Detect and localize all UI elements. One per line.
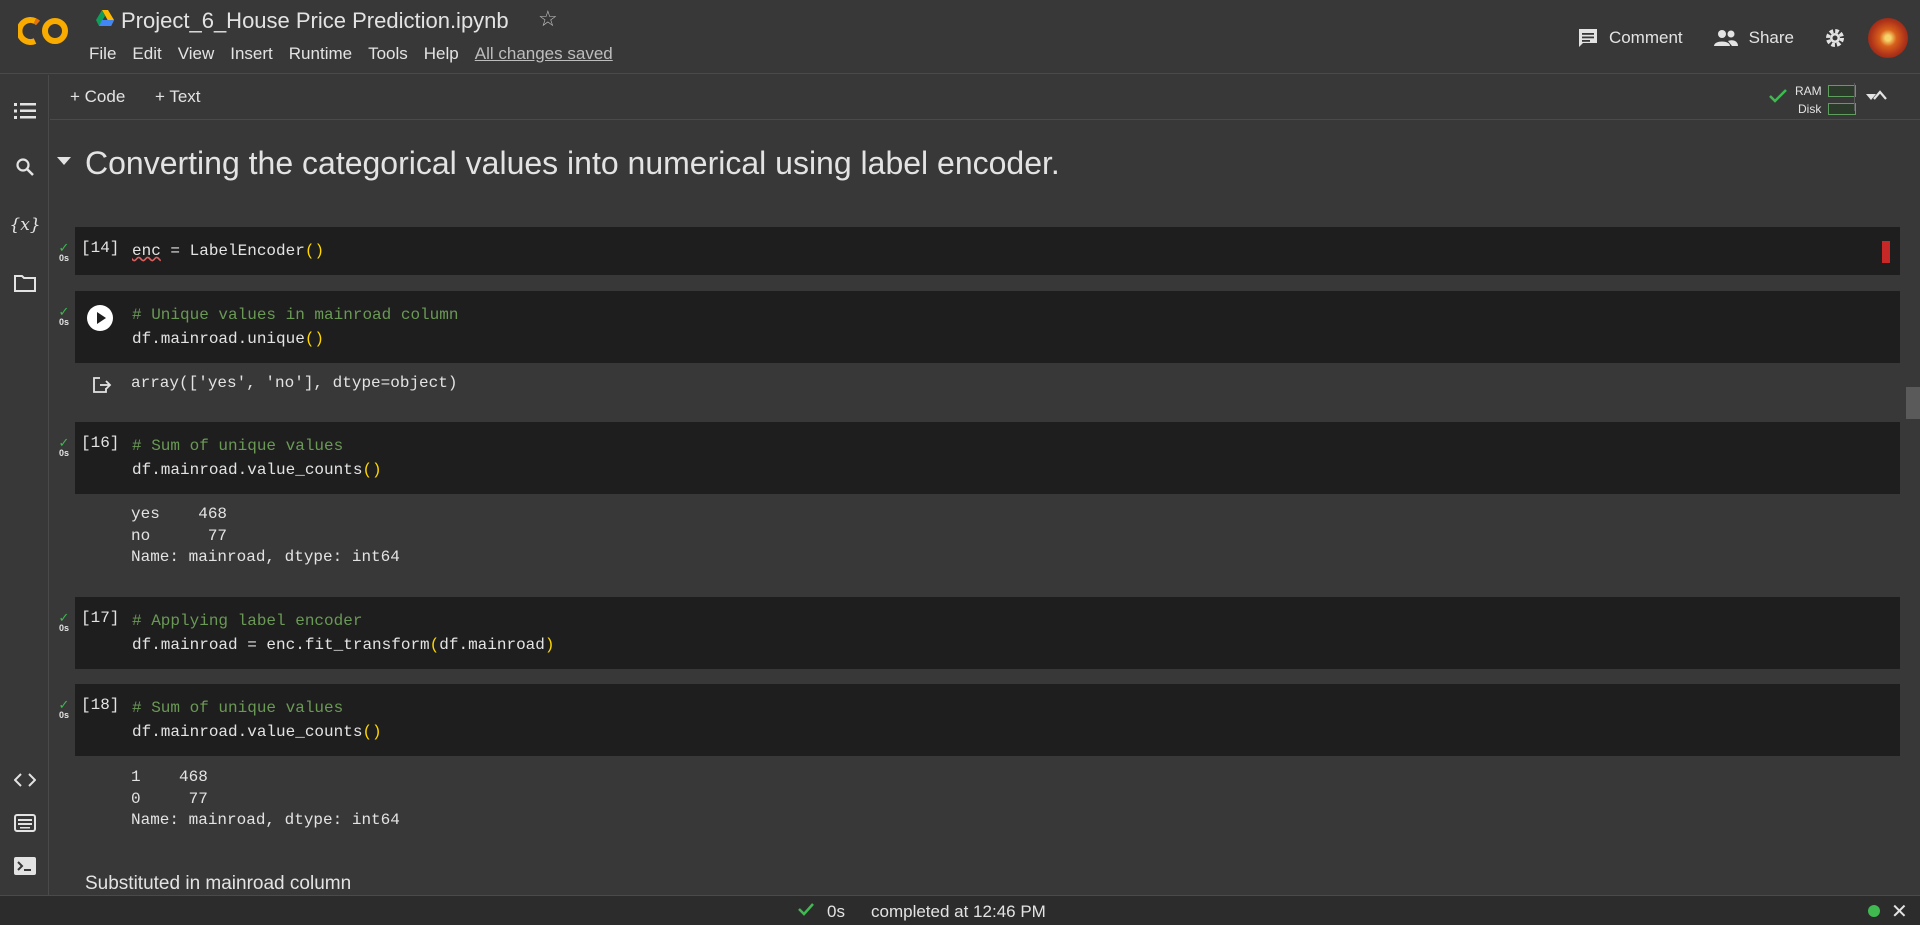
comment-button[interactable]: Comment	[1577, 27, 1683, 49]
disk-bar	[1828, 103, 1856, 115]
status-time: 0s	[827, 902, 845, 921]
share-button[interactable]: Share	[1713, 28, 1794, 48]
cell-status: ✓ 0s	[53, 435, 75, 458]
share-label: Share	[1748, 28, 1794, 47]
settings-gear-icon[interactable]	[1824, 27, 1846, 49]
save-status[interactable]: All changes saved	[475, 44, 613, 64]
code-cell[interactable]: [14] enc = LabelEncoder()	[75, 227, 1900, 275]
check-icon: ✓	[58, 240, 70, 255]
table-of-contents-icon[interactable]	[13, 99, 37, 123]
menu-file[interactable]: File	[89, 44, 116, 64]
code-line[interactable]: enc = LabelEncoder()	[132, 239, 324, 263]
add-text-button[interactable]: + Text	[155, 87, 201, 107]
menu-bar: File Edit View Insert Runtime Tools Help…	[89, 44, 629, 64]
status-message: completed at 12:46 PM	[871, 902, 1046, 921]
header: Project_6_House Price Prediction.ipynb ☆…	[0, 0, 1920, 74]
people-icon	[1713, 30, 1738, 46]
variables-icon[interactable]: {x}	[9, 213, 40, 237]
exec-count: [14]	[81, 239, 120, 257]
exec-count: [17]	[81, 609, 120, 627]
collapse-header-icon[interactable]	[1872, 89, 1888, 101]
status-bar: 0s completed at 12:46 PM ✕	[0, 895, 1920, 925]
user-avatar[interactable]	[1868, 18, 1908, 58]
exec-time: 0s	[58, 710, 69, 720]
output-redirect-icon[interactable]	[92, 376, 112, 394]
menu-insert[interactable]: Insert	[230, 44, 273, 64]
check-icon: ✓	[58, 697, 70, 712]
connected-check-icon	[1769, 89, 1787, 103]
comment-icon	[1578, 29, 1597, 47]
close-icon[interactable]: ✕	[1891, 899, 1908, 924]
code-cell[interactable]: # Unique values in mainroad column df.ma…	[75, 291, 1900, 363]
check-icon: ✓	[58, 435, 70, 450]
header-actions: Comment Share	[1577, 18, 1920, 58]
disk-label: Disk	[1798, 102, 1822, 116]
notebook-area: Converting the categorical values into n…	[50, 121, 1920, 895]
cell-output: yes 468 no 77 Name: mainroad, dtype: int…	[131, 505, 400, 566]
cell-output: array(['yes', 'no'], dtype=object)	[131, 374, 458, 392]
exec-count: [18]	[81, 696, 120, 714]
runtime-status-dot	[1868, 905, 1880, 917]
exec-time: 0s	[58, 317, 69, 327]
cell-status: ✓ 0s	[53, 304, 75, 327]
menu-tools[interactable]: Tools	[368, 44, 408, 64]
cell-output: 1 468 0 77 Name: mainroad, dtype: int64	[131, 768, 400, 829]
notebook-toolbar: + Code + Text RAM Disk	[50, 75, 1920, 120]
scrollbar-thumb[interactable]	[1906, 387, 1920, 419]
code-cell[interactable]: [17] # Applying label encoder df.mainroa…	[75, 597, 1900, 669]
exec-time: 0s	[58, 448, 69, 458]
resources-indicator[interactable]: RAM Disk	[1768, 80, 1878, 116]
exec-time: 0s	[58, 623, 69, 633]
star-icon[interactable]: ☆	[538, 6, 558, 32]
menu-view[interactable]: View	[178, 44, 215, 64]
code-snippets-icon[interactable]	[13, 768, 37, 792]
notebook-title[interactable]: Project_6_House Price Prediction.ipynb	[121, 8, 509, 34]
menu-edit[interactable]: Edit	[132, 44, 161, 64]
code-block[interactable]: # Unique values in mainroad column df.ma…	[132, 303, 458, 351]
add-code-button[interactable]: + Code	[70, 87, 125, 107]
status-check-icon	[798, 903, 814, 916]
menu-runtime[interactable]: Runtime	[289, 44, 352, 64]
google-drive-icon	[96, 10, 114, 26]
search-icon[interactable]	[13, 155, 37, 179]
cell-status: ✓ 0s	[53, 697, 75, 720]
code-block[interactable]: # Applying label encoder df.mainroad = e…	[132, 609, 555, 657]
cell-status: ✓ 0s	[53, 240, 75, 263]
code-block[interactable]: # Sum of unique values df.mainroad.value…	[132, 696, 382, 744]
code-block[interactable]: # Sum of unique values df.mainroad.value…	[132, 434, 382, 482]
command-palette-icon[interactable]	[13, 811, 37, 835]
markdown-text: Substituted in mainroad column	[85, 873, 352, 894]
left-sidebar: {x}	[0, 75, 49, 895]
ram-label: RAM	[1795, 84, 1822, 98]
toolbar-divider	[1854, 83, 1855, 111]
run-cell-button[interactable]	[87, 305, 113, 331]
ram-bar	[1828, 85, 1856, 97]
colab-logo-icon[interactable]	[18, 14, 72, 48]
exec-count: [16]	[81, 434, 120, 452]
check-icon: ✓	[58, 610, 70, 625]
comment-label: Comment	[1608, 28, 1683, 47]
cell-status: ✓ 0s	[53, 610, 75, 633]
section-collapse-icon[interactable]	[57, 157, 71, 165]
code-cell[interactable]: [18] # Sum of unique values df.mainroad.…	[75, 684, 1900, 756]
code-cell[interactable]: [16] # Sum of unique values df.mainroad.…	[75, 422, 1900, 494]
cell-marker	[1882, 241, 1890, 263]
exec-time: 0s	[58, 253, 69, 263]
check-icon: ✓	[58, 304, 70, 319]
terminal-icon[interactable]	[13, 854, 37, 878]
section-heading: Converting the categorical values into n…	[85, 145, 1060, 181]
folder-icon[interactable]	[13, 271, 37, 295]
menu-help[interactable]: Help	[424, 44, 459, 64]
